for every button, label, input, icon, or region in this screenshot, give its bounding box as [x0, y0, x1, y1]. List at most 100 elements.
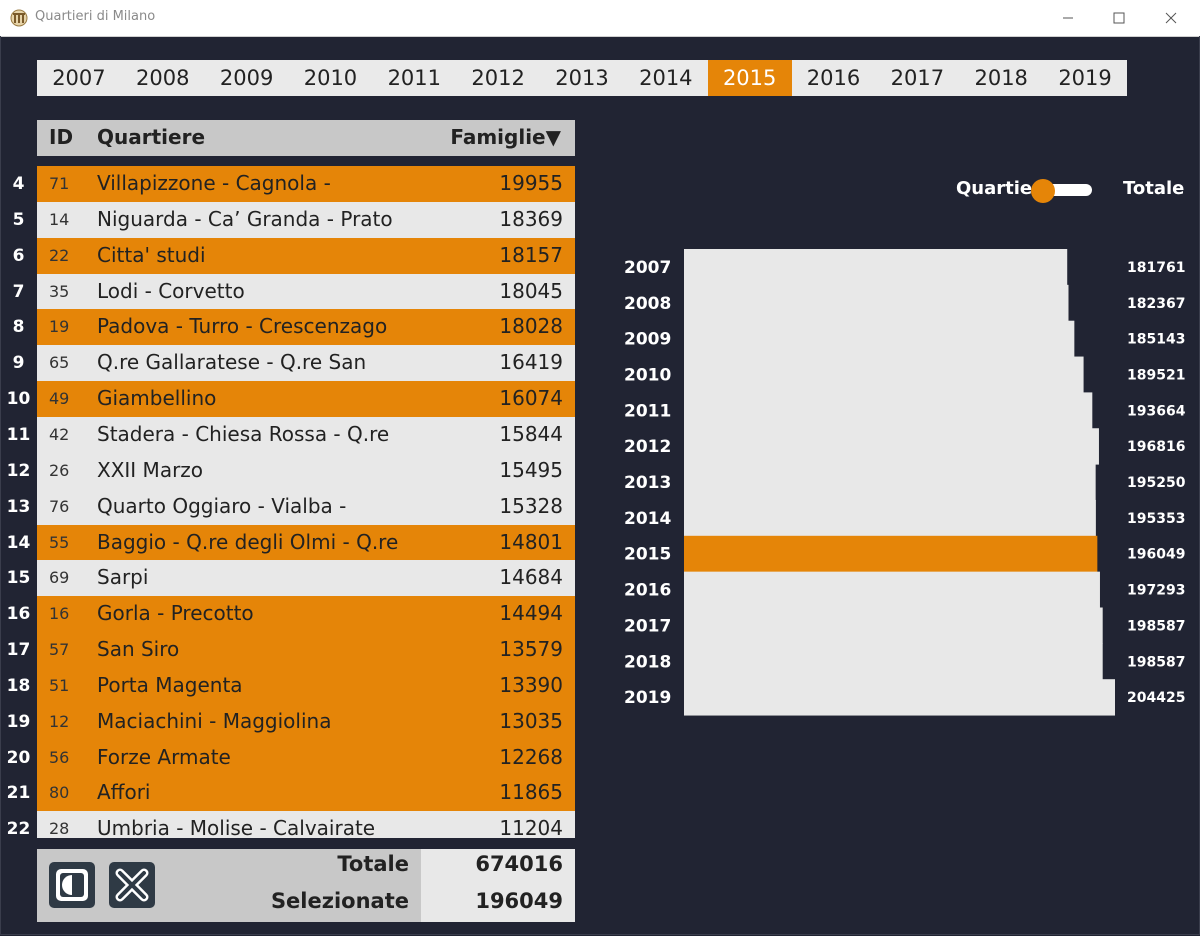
column-header-famiglie[interactable]: Famiglie▼	[450, 125, 561, 149]
table-row[interactable]: 51 Porta Magenta 13390	[37, 667, 575, 704]
column-header-id[interactable]: ID	[49, 125, 73, 149]
row-number: 17	[6, 640, 31, 661]
bar-2011[interactable]	[684, 392, 1093, 429]
year-label-2007: 2007	[624, 258, 671, 278]
row-numbers: 4 5 6 7 8 9 10 11 12 13 14 15 16 17 18 19 20 21 22	[0, 166, 37, 838]
year-label-2010: 2010	[624, 365, 671, 385]
close-button[interactable]	[1148, 0, 1194, 36]
year-tab-2019[interactable]: 2019	[1043, 60, 1127, 96]
table-row[interactable]: 65 Q.re Gallaratese - Q.re San 16419	[37, 345, 575, 382]
row-id: 51	[49, 675, 70, 695]
year-tab-2016[interactable]: 2016	[792, 60, 876, 96]
column-header-quartiere[interactable]: Quartiere	[97, 125, 205, 149]
table-row[interactable]: 76 Quarto Oggiaro - Vialba - 15328	[37, 488, 575, 525]
bar-2018[interactable]	[684, 643, 1103, 680]
bar-2008[interactable]	[684, 284, 1069, 322]
bar-2007[interactable]	[684, 249, 1068, 286]
year-tab-2008[interactable]: 2008	[121, 60, 205, 96]
footer-values: 674016 196049	[421, 849, 575, 922]
row-number: 9	[12, 353, 25, 374]
row-quartiere: San Siro	[97, 637, 180, 662]
year-tab-2009[interactable]: 2009	[205, 60, 289, 96]
table-row[interactable]: 26 XXII Marzo 15495	[37, 452, 575, 489]
table-row[interactable]: 22 Citta' studi 18157	[37, 237, 575, 274]
year-tab-2012[interactable]: 2012	[456, 60, 540, 96]
year-tab-2015[interactable]: 2015	[707, 60, 792, 96]
table-row[interactable]: 14 Niguarda - Ca’ Granda - Prato 18369	[37, 201, 575, 238]
table-row[interactable]: 19 Padova - Turro - Crescenzago 18028	[37, 309, 575, 346]
table-row[interactable]: 69 Sarpi 14684	[37, 560, 575, 597]
totale-label: Totale	[337, 852, 409, 876]
row-id: 55	[49, 532, 70, 552]
table-row[interactable]: 56 Forze Armate 12268	[37, 739, 575, 776]
value-label-2011: 193664	[1127, 403, 1186, 419]
table-body: 71 Villapizzone - Cagnola - 19955 14 Niguard…	[37, 166, 575, 838]
row-id: 76	[49, 496, 70, 516]
table-row[interactable]: 16 Gorla - Precotto 14494	[37, 596, 575, 633]
table-row[interactable]: 28 Umbria - Molise - Calvairate 11204	[37, 811, 575, 838]
row-famiglie: 19955	[499, 171, 563, 195]
row-id: 16	[49, 604, 70, 624]
clear-selection-button[interactable]	[109, 862, 155, 908]
row-number: 22	[6, 819, 31, 838]
year-label-2011: 2011	[624, 401, 671, 421]
bar-2013[interactable]	[684, 464, 1096, 501]
value-label-2015: 196049	[1127, 547, 1185, 563]
row-famiglie: 15328	[499, 493, 563, 518]
row-quartiere: Gorla - Precotto	[97, 601, 254, 626]
year-tab-2007[interactable]: 2007	[37, 60, 121, 96]
row-number: 19	[6, 711, 31, 732]
row-famiglie: 13035	[499, 708, 563, 733]
table-row[interactable]: 80 Affori 11865	[37, 775, 575, 812]
row-quartiere: Affori	[97, 780, 151, 805]
row-number: 5	[12, 209, 25, 230]
selezionate-value: 196049	[475, 889, 563, 913]
bar-2012[interactable]	[684, 428, 1099, 465]
maximize-button[interactable]	[1096, 0, 1142, 36]
year-tab-2014[interactable]: 2014	[624, 60, 708, 96]
table-row[interactable]: 71 Villapizzone - Cagnola - 19955	[37, 166, 575, 202]
year-tab-2010[interactable]: 2010	[289, 60, 373, 96]
title-bar: Quartieri di Milano	[0, 0, 1200, 37]
row-number: 20	[6, 747, 31, 768]
row-id: 42	[49, 424, 70, 444]
value-label-2012: 196816	[1127, 439, 1185, 455]
year-label-2016: 2016	[624, 581, 671, 601]
year-tab-2013[interactable]: 2013	[540, 60, 624, 96]
row-famiglie: 14494	[499, 601, 563, 626]
invert-selection-button[interactable]	[49, 862, 95, 908]
bar-2015[interactable]	[684, 535, 1098, 573]
bar-2017[interactable]	[684, 607, 1103, 644]
row-quartiere: Lodi - Corvetto	[97, 278, 245, 303]
bar-2009[interactable]	[684, 320, 1075, 358]
year-tab-2017[interactable]: 2017	[875, 60, 959, 96]
year-tab-2011[interactable]: 2011	[372, 60, 456, 96]
value-label-2010: 189521	[1127, 367, 1185, 383]
bar-2019[interactable]	[684, 679, 1115, 716]
row-number: 7	[12, 281, 25, 302]
invert-selection-icon	[56, 869, 88, 901]
row-quartiere: Villapizzone - Cagnola -	[97, 171, 331, 195]
table-row[interactable]: 57 San Siro 13579	[37, 632, 575, 669]
year-tab-2018[interactable]: 2018	[959, 60, 1043, 96]
table-row[interactable]: 35 Lodi - Corvetto 18045	[37, 273, 575, 310]
table-row[interactable]: 42 Stadera - Chiesa Rossa - Q.re 15844	[37, 416, 575, 453]
row-famiglie: 16419	[499, 350, 563, 375]
row-id: 49	[49, 389, 70, 409]
bar-2010[interactable]	[684, 356, 1084, 393]
row-quartiere: Umbria - Molise - Calvairate	[97, 816, 376, 838]
row-famiglie: 14684	[499, 565, 563, 590]
bar-2016[interactable]	[684, 571, 1100, 608]
value-label-2009: 185143	[1127, 332, 1185, 348]
table-row[interactable]: 55 Baggio - Q.re degli Olmi - Q.re 14801	[37, 524, 575, 561]
table-row[interactable]: 49 Giambellino 16074	[37, 381, 575, 418]
row-number: 21	[6, 783, 31, 804]
row-quartiere: Padova - Turro - Crescenzago	[97, 314, 388, 339]
toggle-knob[interactable]	[1031, 179, 1055, 203]
table-row[interactable]: 12 Maciachini - Maggiolina 13035	[37, 703, 575, 740]
minimize-button[interactable]	[1045, 0, 1091, 36]
row-famiglie: 11204	[499, 816, 563, 838]
selezionate-label: Selezionate	[270, 889, 409, 913]
row-id: 80	[49, 783, 70, 803]
bar-2014[interactable]	[684, 499, 1096, 537]
